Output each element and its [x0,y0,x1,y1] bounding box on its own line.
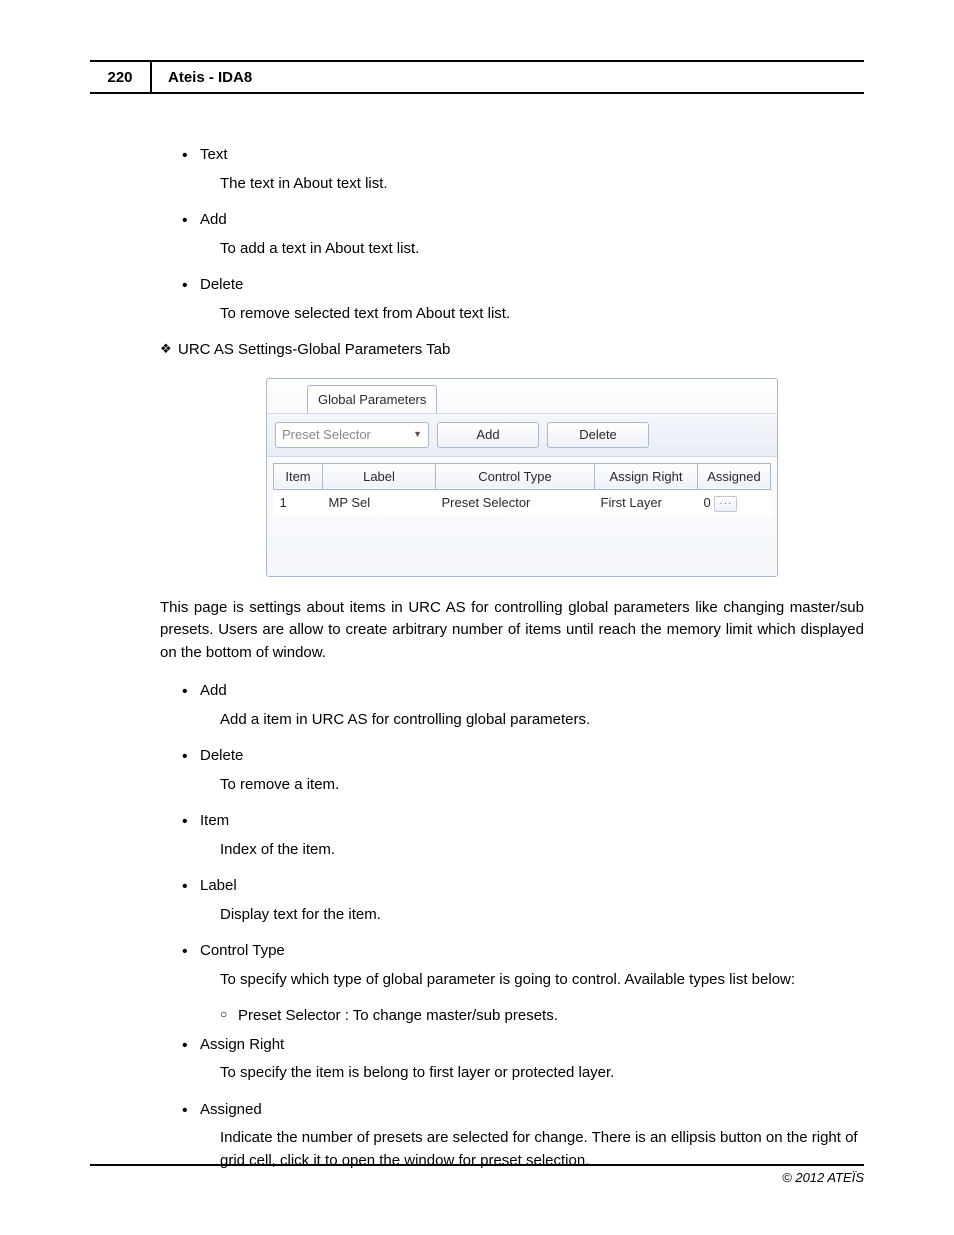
page-header: 220 Ateis - IDA8 [90,60,864,94]
definition-list-2: Add Add a item in URC AS for controlling… [180,680,864,1172]
desc-add: To add a text in About text list. [200,238,864,261]
cell-item: 1 [274,490,323,516]
cell-assigned: 0 ··· [698,490,771,516]
document-title: Ateis - IDA8 [152,62,864,92]
cell-control-type: Preset Selector [436,490,595,516]
term-item: Item [200,812,229,829]
definition-list-1: Text The text in About text list. Add To… [180,144,864,325]
desc-delete-2: To remove a item. [200,774,864,797]
term-add: Add [200,211,227,228]
desc-add-2: Add a item in URC AS for controlling glo… [200,709,864,732]
chevron-down-icon: ▼ [413,428,422,442]
assigned-value: 0 [704,495,711,510]
toolbar: Preset Selector ▼ Add Delete [267,413,777,457]
table-row[interactable]: 1 MP Sel Preset Selector First Layer 0 ·… [274,490,771,516]
desc-delete: To remove selected text from About text … [200,303,864,326]
col-header-label: Label [323,463,436,490]
desc-label: Display text for the item. [200,904,864,927]
desc-assign-right: To specify the item is belong to first l… [200,1062,864,1085]
cell-label: MP Sel [323,490,436,516]
term-delete-2: Delete [200,747,243,764]
term-text: Text [200,146,228,163]
col-header-item: Item [274,463,323,490]
term-assign-right: Assign Right [200,1036,284,1053]
desc-control-type: To specify which type of global paramete… [200,969,864,992]
desc-text: The text in About text list. [200,173,864,196]
col-header-assigned: Assigned [698,463,771,490]
term-delete: Delete [200,276,243,293]
delete-button[interactable]: Delete [547,422,649,448]
page-number: 220 [90,62,152,92]
section-description: This page is settings about items in URC… [160,597,864,665]
term-add-2: Add [200,682,227,699]
page-footer: © 2012 ATEÏS [90,1164,864,1185]
preset-selector-combo[interactable]: Preset Selector ▼ [275,422,429,448]
col-header-control-type: Control Type [436,463,595,490]
ellipsis-button[interactable]: ··· [714,496,737,512]
tab-global-parameters[interactable]: Global Parameters [307,385,437,414]
add-button[interactable]: Add [437,422,539,448]
term-label: Label [200,877,237,894]
section-heading-global-params: URC AS Settings-Global Parameters Tab [160,339,864,362]
desc-item: Index of the item. [200,839,864,862]
combo-placeholder: Preset Selector [282,425,371,445]
sub-preset-selector: Preset Selector : To change master/sub p… [220,1005,864,1028]
col-header-assign-right: Assign Right [595,463,698,490]
parameters-table: Item Label Control Type Assign Right Ass… [273,463,771,516]
term-control-type: Control Type [200,942,285,959]
term-assigned: Assigned [200,1101,262,1118]
global-parameters-panel: Global Parameters Preset Selector ▼ Add … [266,378,778,577]
cell-assign-right: First Layer [595,490,698,516]
